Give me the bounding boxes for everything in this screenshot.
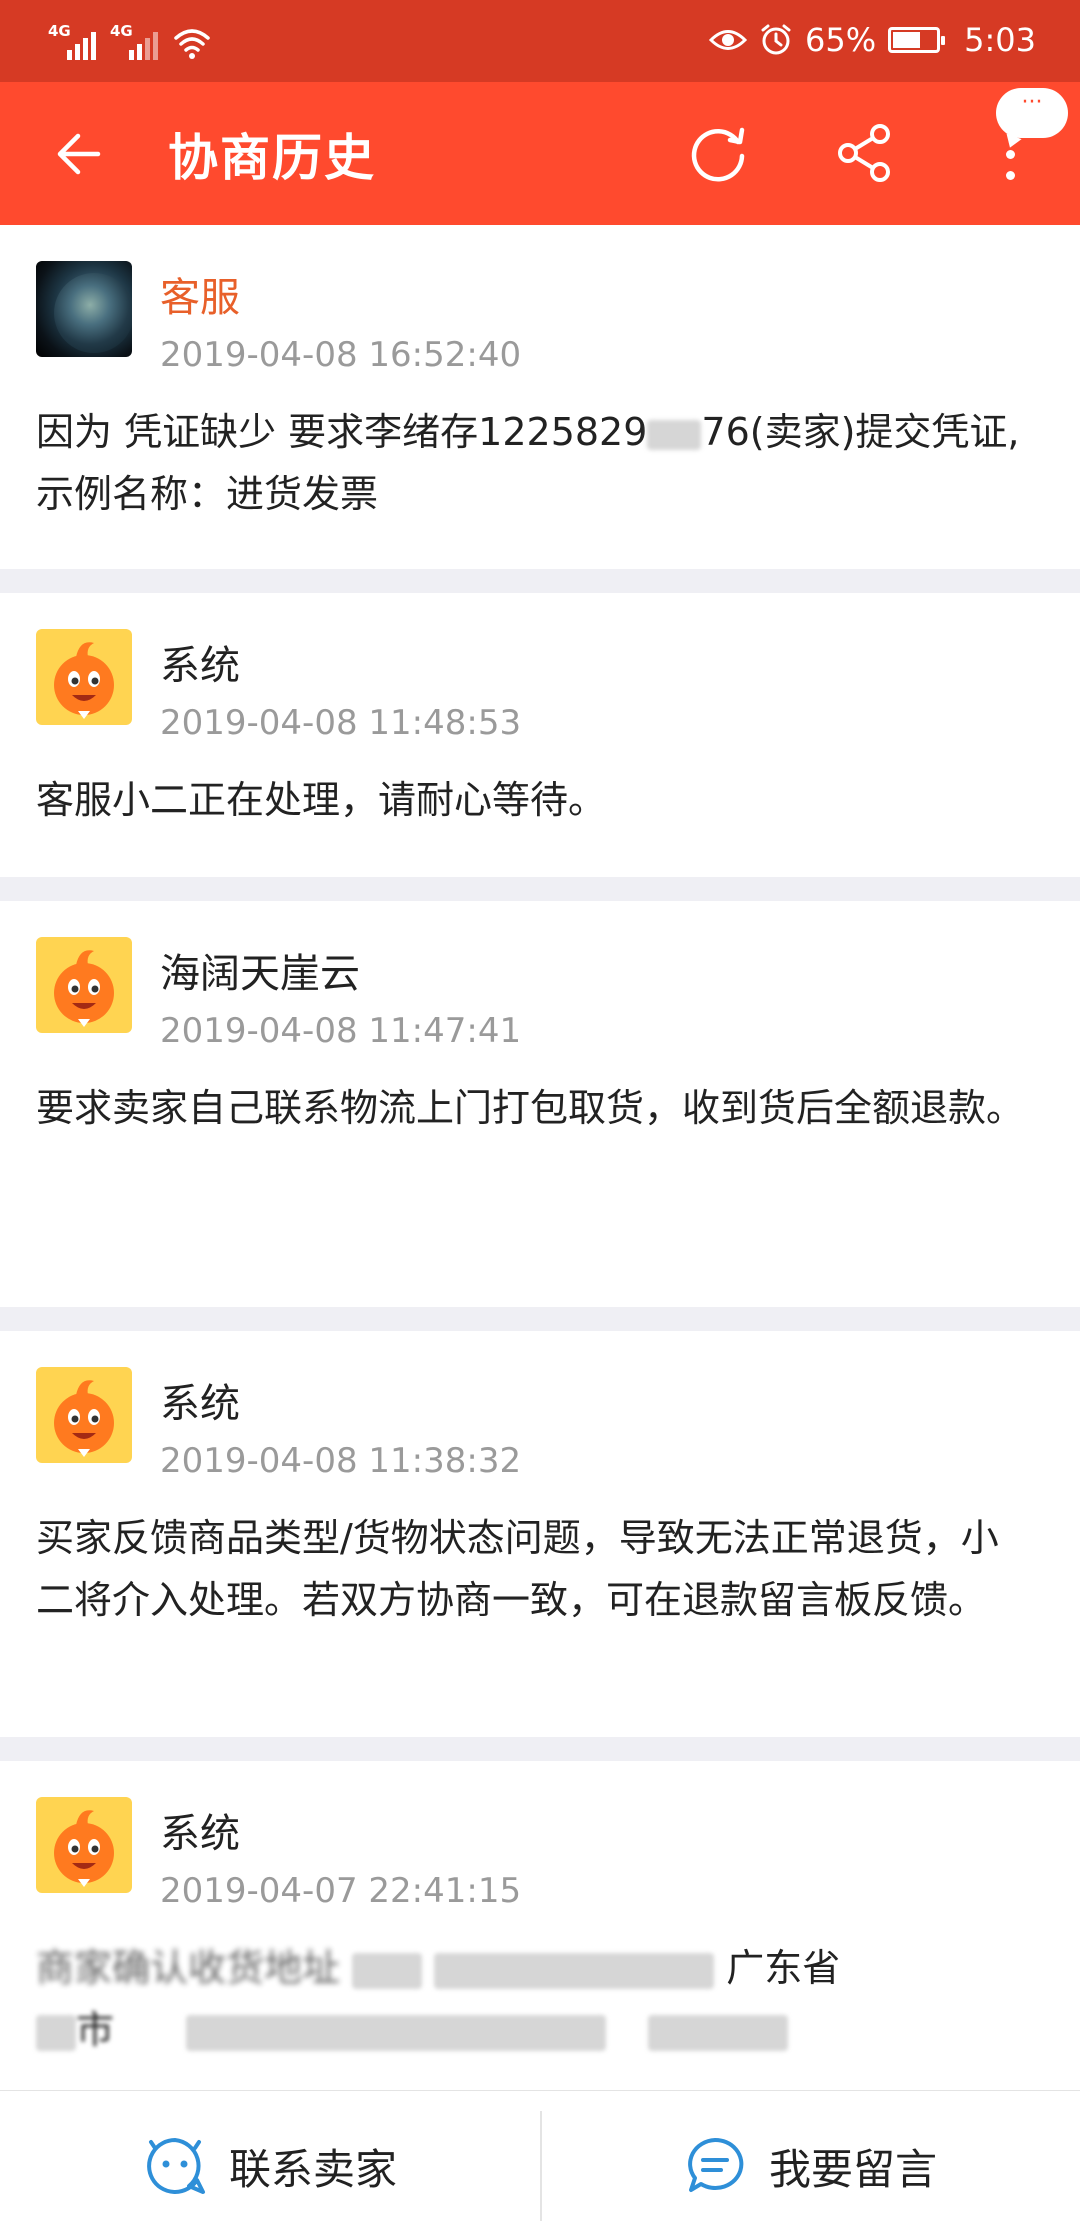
contact-seller-label: 联系卖家 bbox=[228, 2144, 397, 2194]
negotiation-history-list: 客服 2019-04-08 16:52:40 因为 凭证缺少 要求李绪存1225… bbox=[0, 225, 1080, 2185]
sender-name: 系统 bbox=[160, 1381, 240, 1427]
eye-icon bbox=[709, 30, 748, 50]
sender-name: 系统 bbox=[160, 1811, 240, 1857]
sender-name: 客服 bbox=[160, 275, 240, 321]
signal-icon: 4G bbox=[110, 22, 158, 60]
mascot-avatar-icon bbox=[54, 1810, 114, 1887]
message-time: 2019-04-07 22:41:15 bbox=[160, 1871, 522, 1911]
bottom-action-bar: 联系卖家 我要留言 bbox=[0, 2090, 1080, 2240]
more-vertical-icon bbox=[1006, 150, 1016, 192]
mascot-avatar-icon bbox=[54, 950, 114, 1027]
status-left: 4G 4G bbox=[48, 20, 212, 60]
contact-seller-button[interactable]: 联系卖家 bbox=[0, 2091, 540, 2240]
avatar bbox=[36, 629, 132, 725]
message-card: 客服 2019-04-08 16:52:40 因为 凭证缺少 要求李绪存1225… bbox=[0, 225, 1080, 569]
message-time: 2019-04-08 16:52:40 bbox=[160, 335, 522, 375]
avatar bbox=[36, 937, 132, 1033]
leave-message-button[interactable]: 我要留言 bbox=[540, 2091, 1080, 2240]
message-bubble-badge: ··· bbox=[996, 88, 1068, 138]
avatar bbox=[36, 261, 132, 357]
mascot-avatar-icon bbox=[54, 1380, 114, 1457]
message-time: 2019-04-08 11:38:32 bbox=[160, 1441, 522, 1481]
battery-icon bbox=[888, 27, 946, 53]
leave-message-label: 我要留言 bbox=[768, 2144, 937, 2194]
chat-bubble-icon bbox=[688, 2137, 744, 2192]
clock: 5:03 bbox=[964, 21, 1036, 59]
back-arrow-icon[interactable] bbox=[50, 124, 110, 184]
message-time: 2019-04-08 11:47:41 bbox=[160, 1011, 522, 1051]
app-bar: 协商历史 ··· bbox=[0, 82, 1080, 225]
more-button[interactable]: ··· bbox=[990, 82, 1070, 225]
message-card: 系统 2019-04-08 11:38:32 买家反馈商品类型/货物状态问题，导… bbox=[0, 1331, 1080, 1737]
battery-percent: 65% bbox=[805, 21, 877, 59]
alarm-icon bbox=[761, 24, 791, 55]
message-card: 海阔天崖云 2019-04-08 11:47:41 要求卖家自己联系物流上门打包… bbox=[0, 901, 1080, 1307]
avatar bbox=[36, 1367, 132, 1463]
battery-fill bbox=[893, 32, 921, 48]
status-right: 65% 5:03 bbox=[709, 18, 1036, 62]
refresh-icon[interactable] bbox=[686, 120, 752, 186]
page-title: 协商历史 bbox=[168, 129, 376, 187]
message-card: 系统 2019-04-08 11:48:53 客服小二正在处理，请耐心等待。 bbox=[0, 593, 1080, 877]
smiley-chat-icon bbox=[147, 2138, 205, 2194]
wifi-icon bbox=[174, 29, 210, 59]
avatar bbox=[36, 1797, 132, 1893]
mascot-avatar-icon bbox=[54, 642, 114, 719]
message-time: 2019-04-08 11:48:53 bbox=[160, 703, 522, 743]
sender-name: 海阔天崖云 bbox=[160, 951, 360, 997]
share-icon[interactable] bbox=[832, 120, 898, 186]
sender-name: 系统 bbox=[160, 643, 240, 689]
status-bar: 4G 4G 65% 5:03 bbox=[0, 0, 1080, 82]
signal-icon: 4G bbox=[48, 22, 96, 60]
